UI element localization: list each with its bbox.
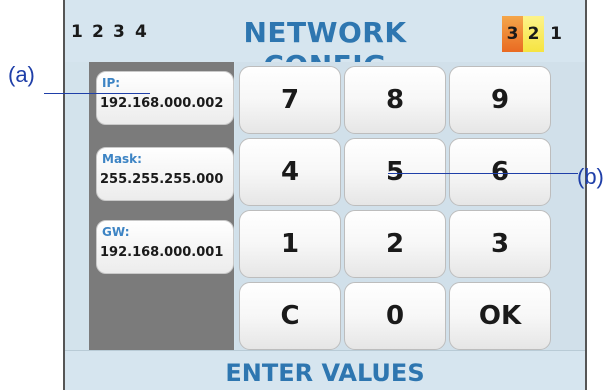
indicator-1: 1: [550, 24, 562, 44]
gw-label: GW:: [102, 225, 130, 239]
status-bar: ENTER VALUES: [65, 350, 585, 390]
key-8[interactable]: 8: [344, 66, 446, 134]
numeric-keypad: 7 8 9 4 5 6 1 2 3 C 0 OK: [235, 62, 585, 350]
key-2[interactable]: 2: [344, 210, 446, 278]
page-tab-2[interactable]: 2: [92, 22, 104, 42]
ip-label: IP:: [102, 76, 121, 90]
page-tab-1[interactable]: 1: [71, 22, 83, 42]
annotation-b-line: [388, 173, 578, 174]
values-panel: IP: 192.168.000.002 Mask: 255.255.255.00…: [89, 62, 234, 350]
header-bar: 1 2 3 4 NETWORK CONFIG 3 2 1: [65, 0, 585, 82]
mask-field[interactable]: Mask: 255.255.255.000: [96, 147, 234, 201]
indicator-2: 2: [523, 16, 544, 52]
ip-field[interactable]: IP: 192.168.000.002: [96, 71, 234, 125]
key-clear[interactable]: C: [239, 282, 341, 350]
page-tab-3[interactable]: 3: [113, 22, 125, 42]
gw-value: 192.168.000.001: [100, 245, 224, 260]
mask-value: 255.255.255.000: [100, 172, 224, 187]
key-7[interactable]: 7: [239, 66, 341, 134]
key-6[interactable]: 6: [449, 138, 551, 206]
gw-field[interactable]: GW: 192.168.000.001: [96, 220, 234, 274]
key-1[interactable]: 1: [239, 210, 341, 278]
status-message: ENTER VALUES: [225, 359, 425, 387]
key-5[interactable]: 5: [344, 138, 446, 206]
key-0[interactable]: 0: [344, 282, 446, 350]
key-9[interactable]: 9: [449, 66, 551, 134]
annotation-a-line: [44, 93, 150, 94]
page-tab-4[interactable]: 4: [135, 22, 147, 42]
indicator-3: 3: [502, 16, 523, 52]
key-4[interactable]: 4: [239, 138, 341, 206]
mask-label: Mask:: [102, 152, 142, 166]
ip-value: 192.168.000.002: [100, 96, 224, 111]
annotation-a-label: (a): [8, 62, 35, 87]
device-screen: 1 2 3 4 NETWORK CONFIG 3 2 1 IP: 192.168…: [63, 0, 587, 390]
key-3[interactable]: 3: [449, 210, 551, 278]
annotation-b-label: (b): [577, 164, 604, 189]
key-ok[interactable]: OK: [449, 282, 551, 350]
